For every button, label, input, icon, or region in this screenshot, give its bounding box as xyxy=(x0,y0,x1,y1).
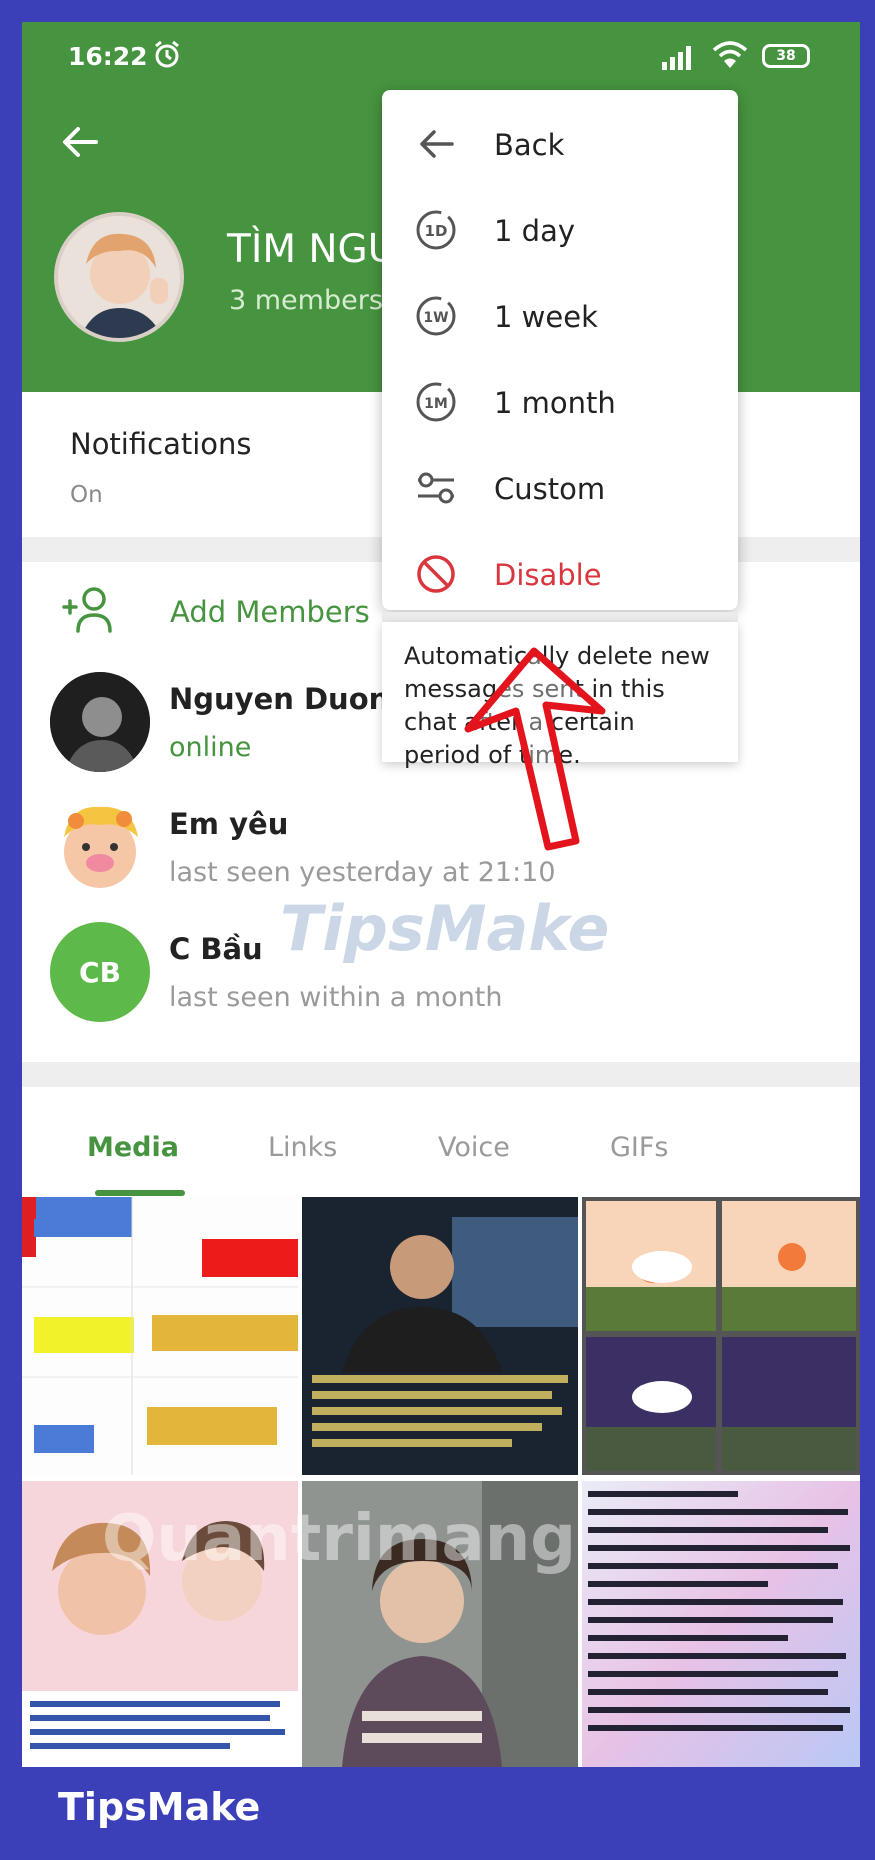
menu-divider xyxy=(382,612,738,622)
phone-screen: 16:22 38 TÌM NGƯỜ 3 members Notification… xyxy=(22,22,860,1767)
member-status: last seen within a month xyxy=(169,982,503,1013)
signal-icon xyxy=(662,46,691,70)
battery-icon: 38 xyxy=(762,44,810,68)
tab-gifs[interactable]: GIFs xyxy=(610,1132,668,1163)
shared-media-tabs: Media Links Voice GIFs xyxy=(22,1087,860,1197)
media-thumbnail[interactable] xyxy=(302,1197,578,1475)
alarm-icon xyxy=(155,40,179,68)
member-avatar xyxy=(50,672,150,772)
member-avatar-sticker xyxy=(50,797,150,897)
group-avatar[interactable] xyxy=(54,212,184,342)
timer-1d-icon: 1D xyxy=(416,210,456,250)
menu-item-1-week[interactable]: 1W 1 week xyxy=(382,274,738,360)
annotation-arrow-icon xyxy=(464,647,606,851)
block-icon xyxy=(417,555,455,593)
notifications-title: Notifications xyxy=(70,427,252,461)
menu-item-1-day[interactable]: 1D 1 day xyxy=(382,188,738,274)
tipsmake-logo: TipsMake xyxy=(58,1785,261,1829)
member-avatar-initials: CB xyxy=(50,922,150,1022)
menu-label: 1 week xyxy=(494,300,598,334)
tab-voice[interactable]: Voice xyxy=(438,1132,510,1163)
back-arrow-icon[interactable] xyxy=(60,122,100,162)
media-thumbnail[interactable] xyxy=(582,1481,860,1767)
auto-delete-menu: Back 1D 1 day 1W 1 week 1M 1 month Custo… xyxy=(382,90,738,610)
add-members-label: Add Members xyxy=(170,595,370,629)
screenshot-frame: 16:22 38 TÌM NGƯỜ 3 members Notification… xyxy=(0,0,875,1860)
menu-label: Custom xyxy=(494,472,606,506)
timer-badge: 1M xyxy=(424,396,448,412)
active-tab-indicator xyxy=(95,1190,185,1196)
notifications-value: On xyxy=(70,482,103,508)
timer-badge: 1W xyxy=(423,310,448,326)
member-name: Nguyen Duong xyxy=(169,682,411,716)
arrow-left-icon xyxy=(420,130,454,158)
menu-label: Disable xyxy=(494,558,602,592)
menu-label: Back xyxy=(494,128,565,162)
menu-label: 1 day xyxy=(494,214,576,248)
menu-label: 1 month xyxy=(494,386,616,420)
tipsmake-watermark: TipsMake xyxy=(280,892,610,965)
timer-badge: 1D xyxy=(425,222,448,240)
member-name: Em yêu xyxy=(169,807,289,841)
member-row[interactable]: Em yêu last seen yesterday at 21:10 xyxy=(22,787,860,907)
status-bar: 16:22 38 xyxy=(22,22,860,92)
menu-item-disable[interactable]: Disable xyxy=(382,532,738,618)
tab-media[interactable]: Media xyxy=(87,1132,179,1163)
member-status: last seen yesterday at 21:10 xyxy=(169,857,556,888)
sliders-icon xyxy=(418,472,454,504)
timer-1w-icon: 1W xyxy=(416,296,456,336)
menu-item-custom[interactable]: Custom xyxy=(382,446,738,532)
media-grid xyxy=(22,1197,860,1767)
wifi-icon xyxy=(712,41,748,68)
tab-links[interactable]: Links xyxy=(268,1132,337,1163)
timer-1m-icon: 1M xyxy=(416,382,456,422)
group-member-count: 3 members xyxy=(229,285,383,316)
media-thumbnail[interactable] xyxy=(22,1197,298,1475)
media-thumbnail[interactable] xyxy=(582,1197,860,1475)
status-time: 16:22 xyxy=(68,42,148,71)
section-divider xyxy=(22,1062,860,1087)
menu-item-back[interactable]: Back xyxy=(382,102,738,188)
member-name: C Bầu xyxy=(169,932,263,966)
battery-level: 38 xyxy=(776,48,796,64)
member-status: online xyxy=(169,732,252,763)
quantrimang-watermark: Quantrimang xyxy=(102,1502,577,1576)
add-user-icon xyxy=(62,587,112,633)
menu-item-1-month[interactable]: 1M 1 month xyxy=(382,360,738,446)
